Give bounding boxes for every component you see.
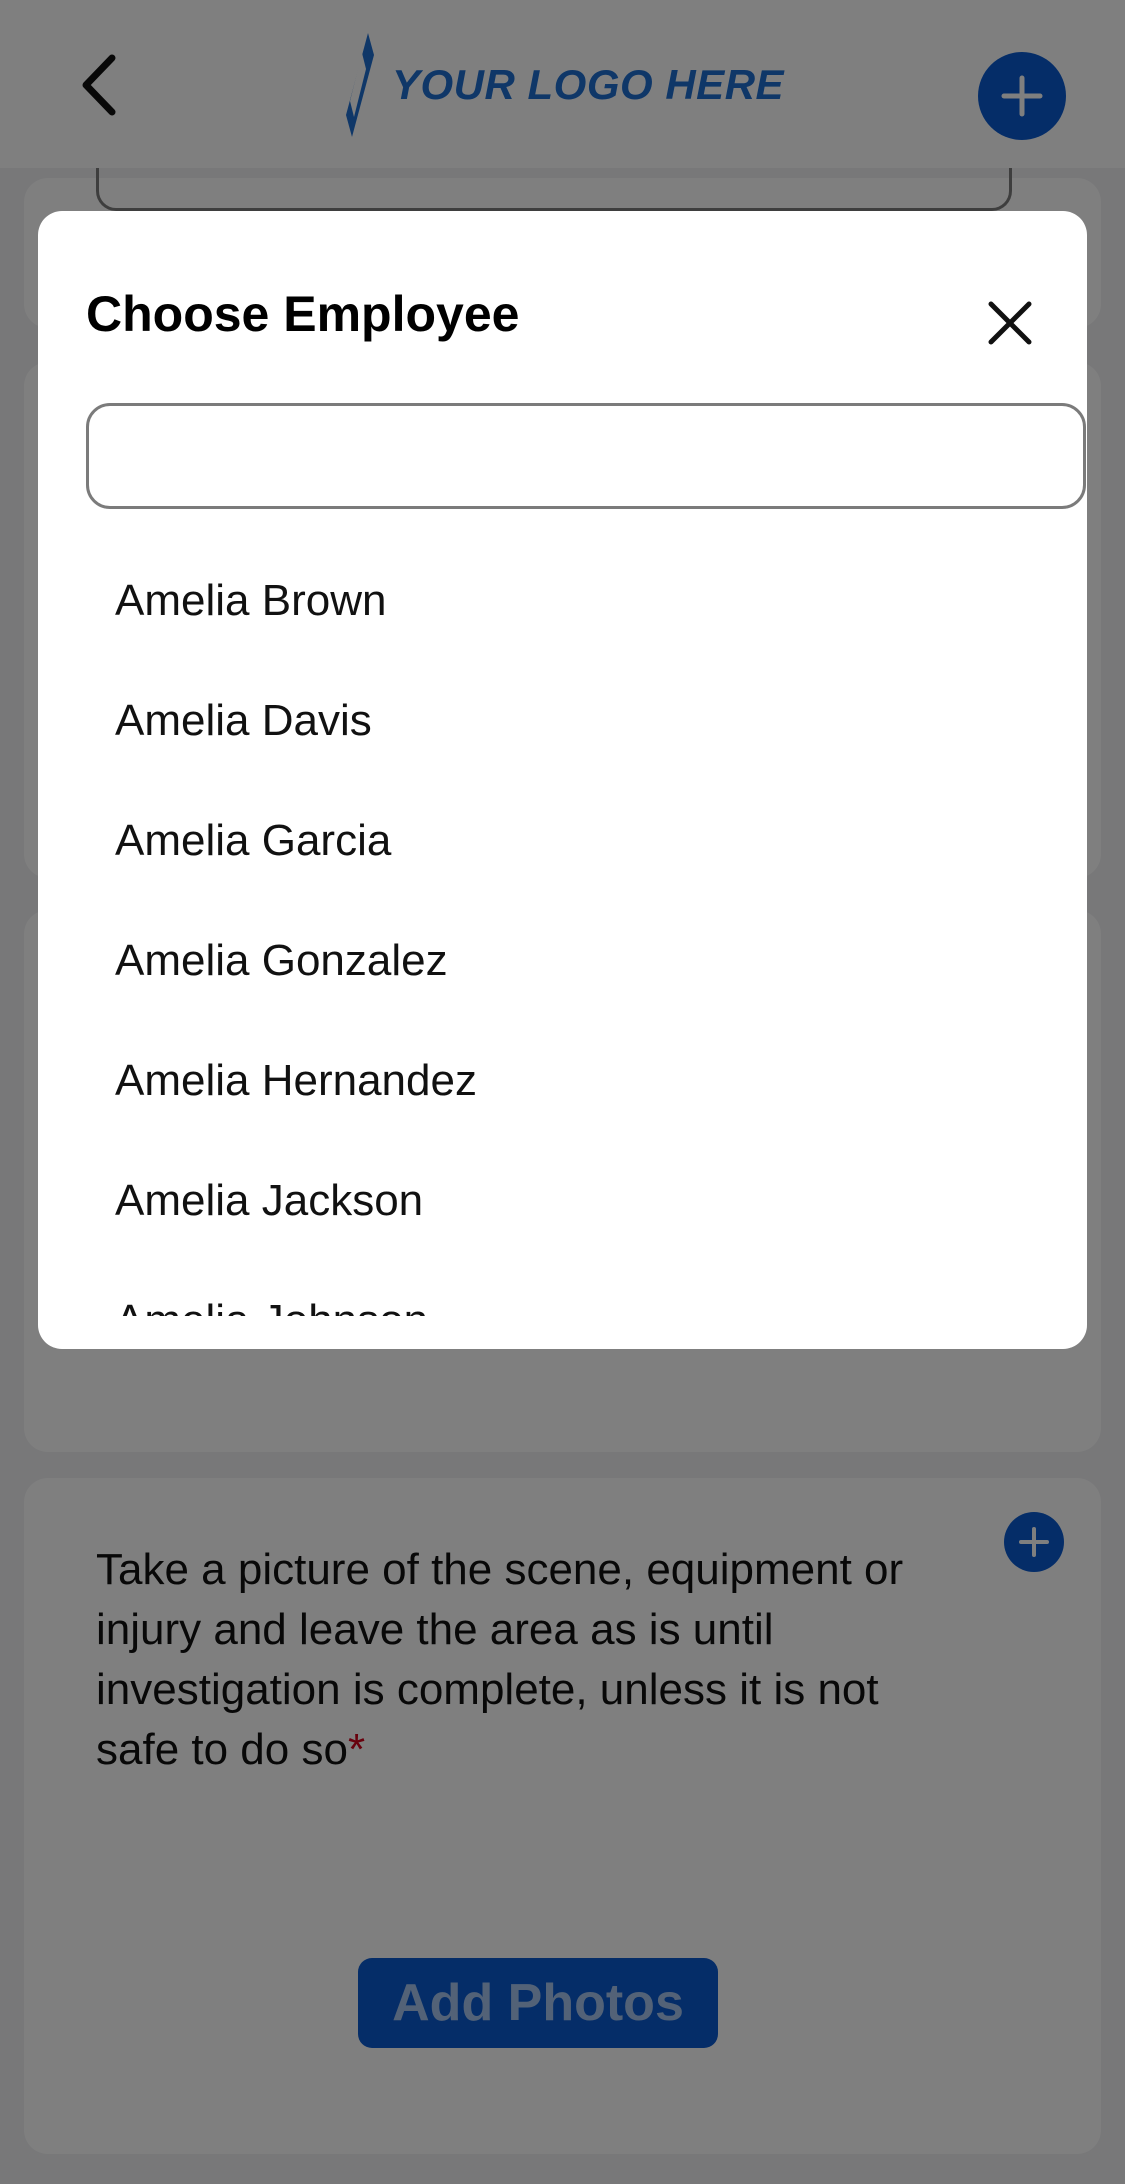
close-button[interactable] (978, 291, 1042, 355)
employee-list-item[interactable]: Amelia Garcia (38, 781, 1087, 901)
employee-list-item[interactable]: Amelia Johnson (38, 1261, 1087, 1316)
modal-title: Choose Employee (86, 286, 520, 342)
employee-list-item[interactable]: Amelia Gonzalez (38, 901, 1087, 1021)
employee-list[interactable]: Amelia Brown Amelia Davis Amelia Garcia … (38, 541, 1087, 1316)
employee-list-item[interactable]: Amelia Davis (38, 661, 1087, 781)
choose-employee-modal: Choose Employee Amelia Brown Amelia Davi… (38, 211, 1087, 1349)
employee-list-item[interactable]: Amelia Brown (38, 541, 1087, 661)
employee-list-item[interactable]: Amelia Hernandez (38, 1021, 1087, 1141)
close-icon (988, 301, 1032, 345)
employee-list-item[interactable]: Amelia Jackson (38, 1141, 1087, 1261)
employee-search-input[interactable] (86, 403, 1086, 509)
